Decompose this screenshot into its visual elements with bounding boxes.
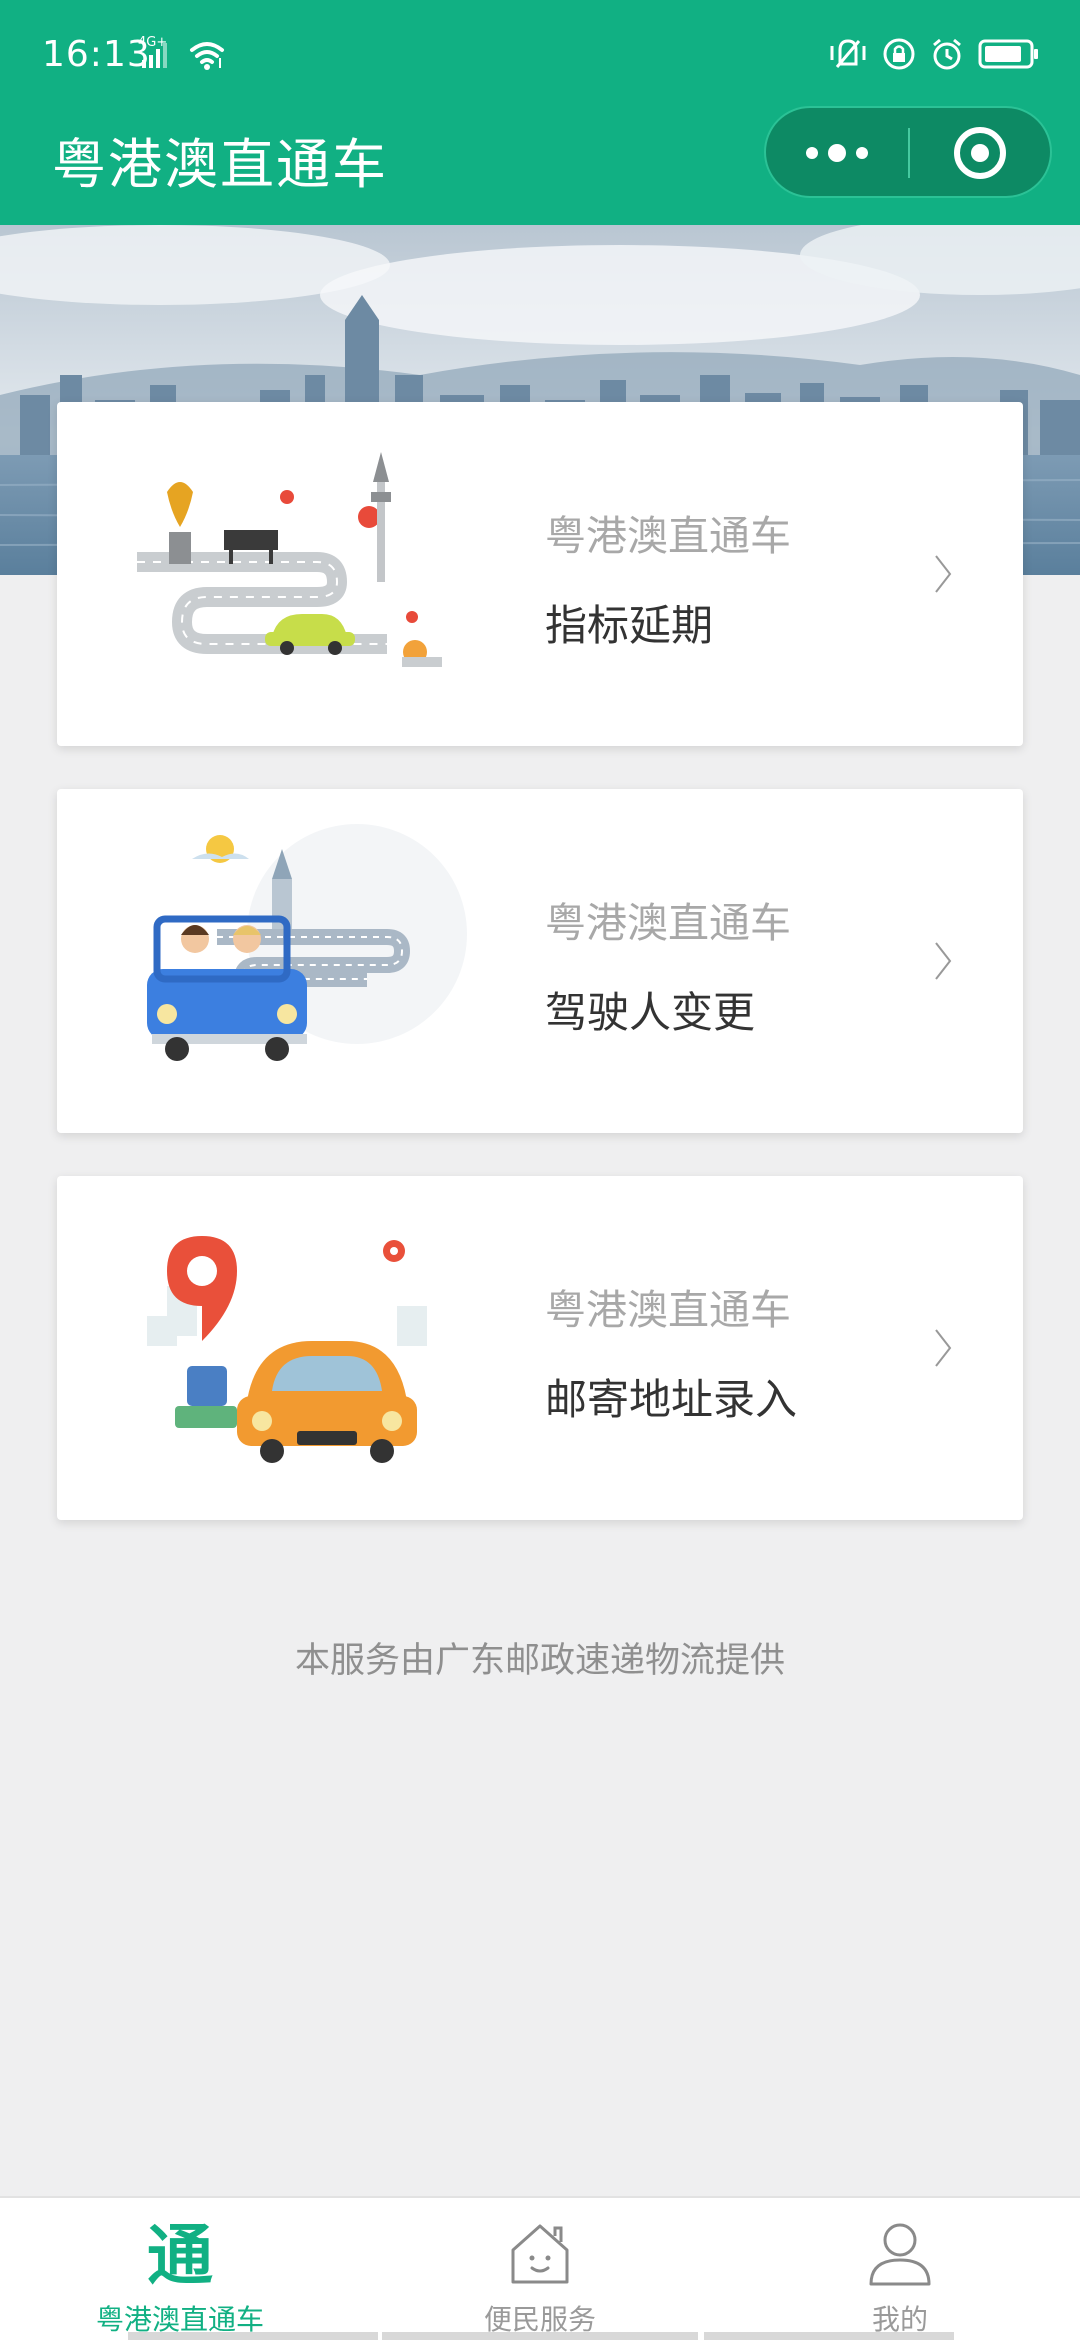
- card-title: 指标延期: [545, 601, 714, 650]
- vibrate-icon: [830, 39, 866, 68]
- card-title: 邮寄地址录入: [545, 1375, 798, 1424]
- app-header: 16:13 4G+ 粤港澳直通车: [0, 0, 1080, 225]
- chevron-right-icon: [935, 1329, 952, 1367]
- more-dots-icon: [806, 144, 868, 162]
- card-subtitle: 粤港澳直通车: [545, 1286, 791, 1334]
- close-miniprogram-button[interactable]: [910, 108, 1050, 196]
- home-indicator: [382, 2332, 698, 2340]
- signal-icon: 4G+: [138, 35, 224, 70]
- status-bar: 16:13 4G+: [0, 0, 1080, 110]
- mini-program-capsule: [764, 106, 1052, 198]
- status-time: 16:13: [42, 34, 151, 75]
- person-icon: [869, 2223, 931, 2286]
- card-title: 驾驶人变更: [545, 988, 756, 1037]
- lock-rotation-icon: [883, 38, 915, 70]
- bottom-tab-bar: 通 粤港澳直通车 便民服务 我的: [0, 2196, 1080, 2340]
- tab-gangaoyue-bus[interactable]: 通 粤港澳直通车: [0, 2198, 360, 2340]
- signal-wifi-group: 4G+: [138, 34, 228, 74]
- network-type-label: 4G+: [138, 35, 167, 50]
- service-provider-note: 本服务由广东邮政速递物流提供: [294, 1641, 785, 1681]
- tong-icon: 通: [147, 2218, 213, 2288]
- hong-kong-road-car-illustration: [137, 432, 467, 722]
- tab-public-service[interactable]: 便民服务: [360, 2198, 720, 2340]
- card-mailing-address[interactable]: 粤港澳直通车 邮寄地址录入: [57, 1176, 1023, 1520]
- card-driver-change[interactable]: 粤港澳直通车 驾驶人变更: [57, 789, 1023, 1133]
- status-right-icons: [828, 34, 1040, 74]
- chevron-right-icon: [935, 942, 952, 980]
- drivers-in-blue-car-illustration: [137, 819, 467, 1109]
- chevron-right-icon: [935, 555, 952, 593]
- tab-mine[interactable]: 我的: [720, 2198, 1080, 2340]
- card-subtitle: 粤港澳直通车: [545, 512, 791, 560]
- page-title: 粤港澳直通车: [52, 133, 388, 196]
- card-quota-extension[interactable]: 粤港澳直通车 指标延期: [57, 402, 1023, 746]
- location-pin-orange-car-illustration: [137, 1206, 467, 1496]
- house-icon: [511, 2224, 569, 2284]
- home-indicator: [128, 2332, 378, 2340]
- home-indicator: [704, 2332, 954, 2340]
- tong-glyph: 通: [147, 2218, 213, 2288]
- target-close-icon: [954, 127, 1006, 179]
- battery-icon: [978, 39, 1038, 69]
- more-button[interactable]: [766, 108, 908, 196]
- card-subtitle: 粤港澳直通车: [545, 899, 791, 947]
- wifi-icon: [190, 42, 224, 70]
- alarm-icon: [933, 38, 961, 70]
- screen: 16:13 4G+ 粤港澳直通车 粤港澳直通车 指标延期 粤港澳直通车 驾驶人变…: [0, 0, 1080, 2340]
